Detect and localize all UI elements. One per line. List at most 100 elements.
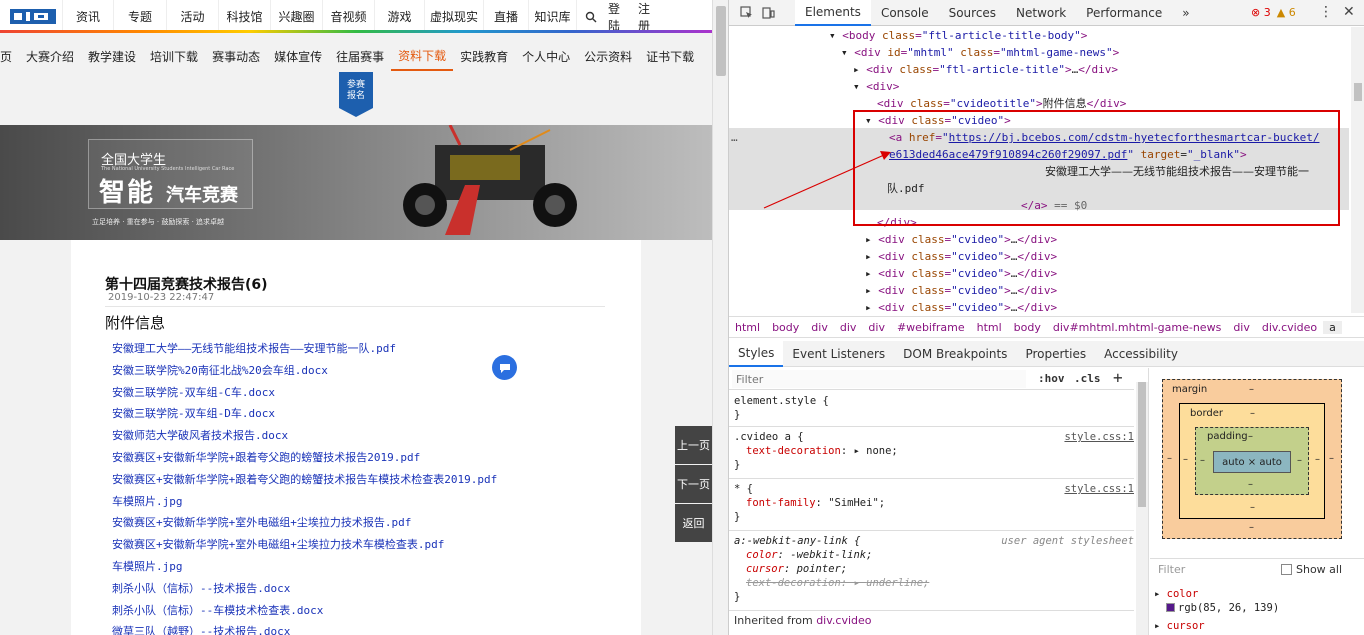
dom-node-body[interactable]: ▾ <body class="ftl-article-title-body"> [829, 27, 1087, 44]
file-link[interactable]: 车模照片.jpg [112, 558, 612, 580]
error-count[interactable]: ⊗ 3 [1251, 6, 1271, 19]
scrollbar-thumb[interactable] [716, 6, 726, 76]
scrollbar-thumb[interactable] [1138, 382, 1146, 507]
dom-node-cvideo-collapsed[interactable]: ▸ <div class="cvideo">…</div> [865, 265, 1057, 282]
cls-toggle[interactable]: .cls [1074, 372, 1101, 385]
subnav-certificate[interactable]: 证书下载 [639, 41, 701, 71]
subnav-past-events[interactable]: 往届赛事 [329, 41, 391, 71]
tab-accessibility[interactable]: Accessibility [1095, 341, 1187, 367]
subnav-downloads[interactable]: 资料下载 [391, 41, 454, 71]
styles-scrollbar[interactable] [1136, 382, 1148, 635]
node-actions-icon[interactable]: … [731, 129, 738, 146]
crumb[interactable]: div [862, 321, 891, 334]
dom-node-cvideo-collapsed[interactable]: ▸ <div class="cvideo">…</div> [865, 231, 1057, 248]
search-icon[interactable] [576, 0, 604, 33]
file-link[interactable]: 安徽赛区+安徽新华学院+室外电磁组+尘埃拉力技术车模检查表.pdf [112, 536, 612, 558]
nav-live[interactable]: 直播 [483, 0, 528, 33]
tab-properties[interactable]: Properties [1016, 341, 1095, 367]
dom-tree[interactable]: ▾ <body class="ftl-article-title-body"> … [729, 27, 1364, 313]
crumb[interactable]: body [1008, 321, 1047, 334]
crumb[interactable]: div [1227, 321, 1256, 334]
more-tabs-icon[interactable]: » [1172, 0, 1199, 26]
subnav-profile[interactable]: 个人中心 [515, 41, 577, 71]
register-link[interactable]: 注册 [634, 0, 664, 33]
nav-news[interactable]: 资讯 [62, 0, 113, 33]
tab-dom-breakpoints[interactable]: DOM Breakpoints [894, 341, 1016, 367]
subnav-public[interactable]: 公示资料 [577, 41, 639, 71]
box-model-border[interactable]: border – – – – padding – – – – auto × au… [1179, 403, 1325, 519]
dom-node-cvideo-collapsed[interactable]: ▸ <div class="cvideo">…</div> [865, 299, 1057, 313]
color-swatch[interactable] [1166, 603, 1175, 612]
register-badge[interactable]: 参赛 报名 [339, 72, 373, 117]
file-link[interactable]: 微草三队（越野）--技术报告.docx [112, 623, 612, 635]
crumb[interactable]: div.cvideo [1256, 321, 1323, 334]
inspect-element-icon[interactable] [735, 2, 757, 24]
subnav-media[interactable]: 媒体宣传 [267, 41, 329, 71]
tab-event-listeners[interactable]: Event Listeners [783, 341, 894, 367]
tab-console[interactable]: Console [871, 0, 939, 26]
crumb[interactable]: div [805, 321, 834, 334]
computed-cursor[interactable]: ▸ cursor [1154, 619, 1205, 633]
crumb-active[interactable]: a [1323, 320, 1342, 334]
css-value[interactable]: none; [866, 445, 898, 457]
subnav-news[interactable]: 赛事动态 [205, 41, 267, 71]
file-link[interactable]: 刺杀小队（信标）--技术报告.docx [112, 580, 612, 602]
subnav-intro[interactable]: 大赛介绍 [19, 41, 81, 71]
tab-sources[interactable]: Sources [939, 0, 1006, 26]
crumb[interactable]: html [971, 321, 1008, 334]
file-link[interactable]: 安徽三联学院-双车组-C车.docx [112, 384, 612, 406]
show-all-checkbox[interactable] [1281, 564, 1292, 575]
subnav-practice[interactable]: 实践教育 [453, 41, 515, 71]
rule-user-agent-link[interactable]: a:-webkit-any-link {user agent styleshee… [734, 534, 1134, 604]
kebab-menu-icon[interactable]: ⋮ [1319, 4, 1333, 20]
scrollbar-thumb[interactable] [1354, 83, 1362, 101]
file-link[interactable]: 安徽师范大学破风者技术报告.docx [112, 427, 612, 449]
dom-scrollbar[interactable] [1351, 27, 1364, 313]
file-link[interactable]: 安徽三联学院-双车组-D车.docx [112, 405, 612, 427]
dom-node-cvideo-collapsed[interactable]: ▸ <div class="cvideo">…</div> [865, 282, 1057, 299]
nav-topics[interactable]: 专题 [113, 0, 166, 33]
dom-node-title[interactable]: ▸ <div class="ftl-article-title">…</div> [853, 61, 1118, 78]
file-link[interactable]: 刺杀小队（信标）--车模技术检查表.docx [112, 602, 612, 624]
subnav-training[interactable]: 培训下载 [143, 41, 205, 71]
inherited-selector[interactable]: div.cvideo [816, 614, 871, 627]
crumb[interactable]: div [834, 321, 863, 334]
chat-bubble-icon[interactable] [492, 355, 517, 380]
crumb[interactable]: body [766, 321, 805, 334]
login-link[interactable]: 登陆 [604, 0, 634, 33]
box-model-content[interactable]: auto × auto [1213, 451, 1291, 473]
source-link[interactable]: style.css:1 [1064, 482, 1134, 497]
nav-videos[interactable]: 音视频 [322, 0, 374, 33]
styles-filter-input[interactable] [732, 370, 1026, 388]
tab-performance[interactable]: Performance [1076, 0, 1172, 26]
nav-interest-circle[interactable]: 兴趣圈 [270, 0, 322, 33]
rule-element-style[interactable]: element.style { } [734, 394, 1134, 422]
file-link[interactable]: 车模照片.jpg [112, 493, 612, 515]
file-link[interactable]: 安徽赛区+安徽新华学院+跟着夸父跑的螃蟹技术报告车模技术检查表2019.pdf [112, 471, 612, 493]
box-model-padding[interactable]: padding – – – – auto × auto [1195, 427, 1309, 495]
subnav-home[interactable]: 页 [0, 41, 19, 71]
file-link[interactable]: 安徽赛区+安徽新华学院+室外电磁组+尘埃拉力技术报告.pdf [112, 514, 612, 536]
dom-node-mhtml[interactable]: ▾ <div id="mhtml" class="mhtml-game-news… [841, 44, 1119, 61]
crumb[interactable]: html [729, 321, 766, 334]
page-scrollbar[interactable] [712, 0, 728, 635]
back-button[interactable]: 返回 [675, 504, 712, 542]
css-property[interactable]: font-family [746, 497, 816, 509]
nav-science-museum[interactable]: 科技馆 [218, 0, 270, 33]
file-link[interactable]: 安徽三联学院%20南征北战%20会车组.docx [112, 362, 612, 384]
tab-elements[interactable]: Elements [795, 0, 871, 26]
close-icon[interactable]: ✕ [1343, 4, 1355, 20]
prev-page-button[interactable]: 上一页 [675, 426, 712, 464]
rule-universal[interactable]: * {style.css:1 font-family: "SimHei"; } [734, 482, 1134, 524]
computed-filter-input[interactable]: Filter [1158, 563, 1185, 576]
tab-styles[interactable]: Styles [729, 340, 784, 367]
new-rule-icon[interactable]: + [1113, 368, 1123, 387]
source-link[interactable]: style.css:1 [1064, 430, 1134, 445]
nav-vr[interactable]: 虚拟现实 [424, 0, 483, 33]
nav-events[interactable]: 活动 [166, 0, 218, 33]
box-model-margin[interactable]: margin – – – – border – – – – padding – … [1162, 379, 1342, 539]
file-link-selected[interactable]: 安徽理工大学——无线节能组技术报告——安理节能一队.pdf [112, 342, 396, 355]
crumb[interactable]: div#mhtml.mhtml-game-news [1047, 321, 1227, 334]
css-value[interactable]: "SimHei"; [828, 497, 885, 509]
warning-count[interactable]: ▲ 6 [1277, 6, 1296, 19]
